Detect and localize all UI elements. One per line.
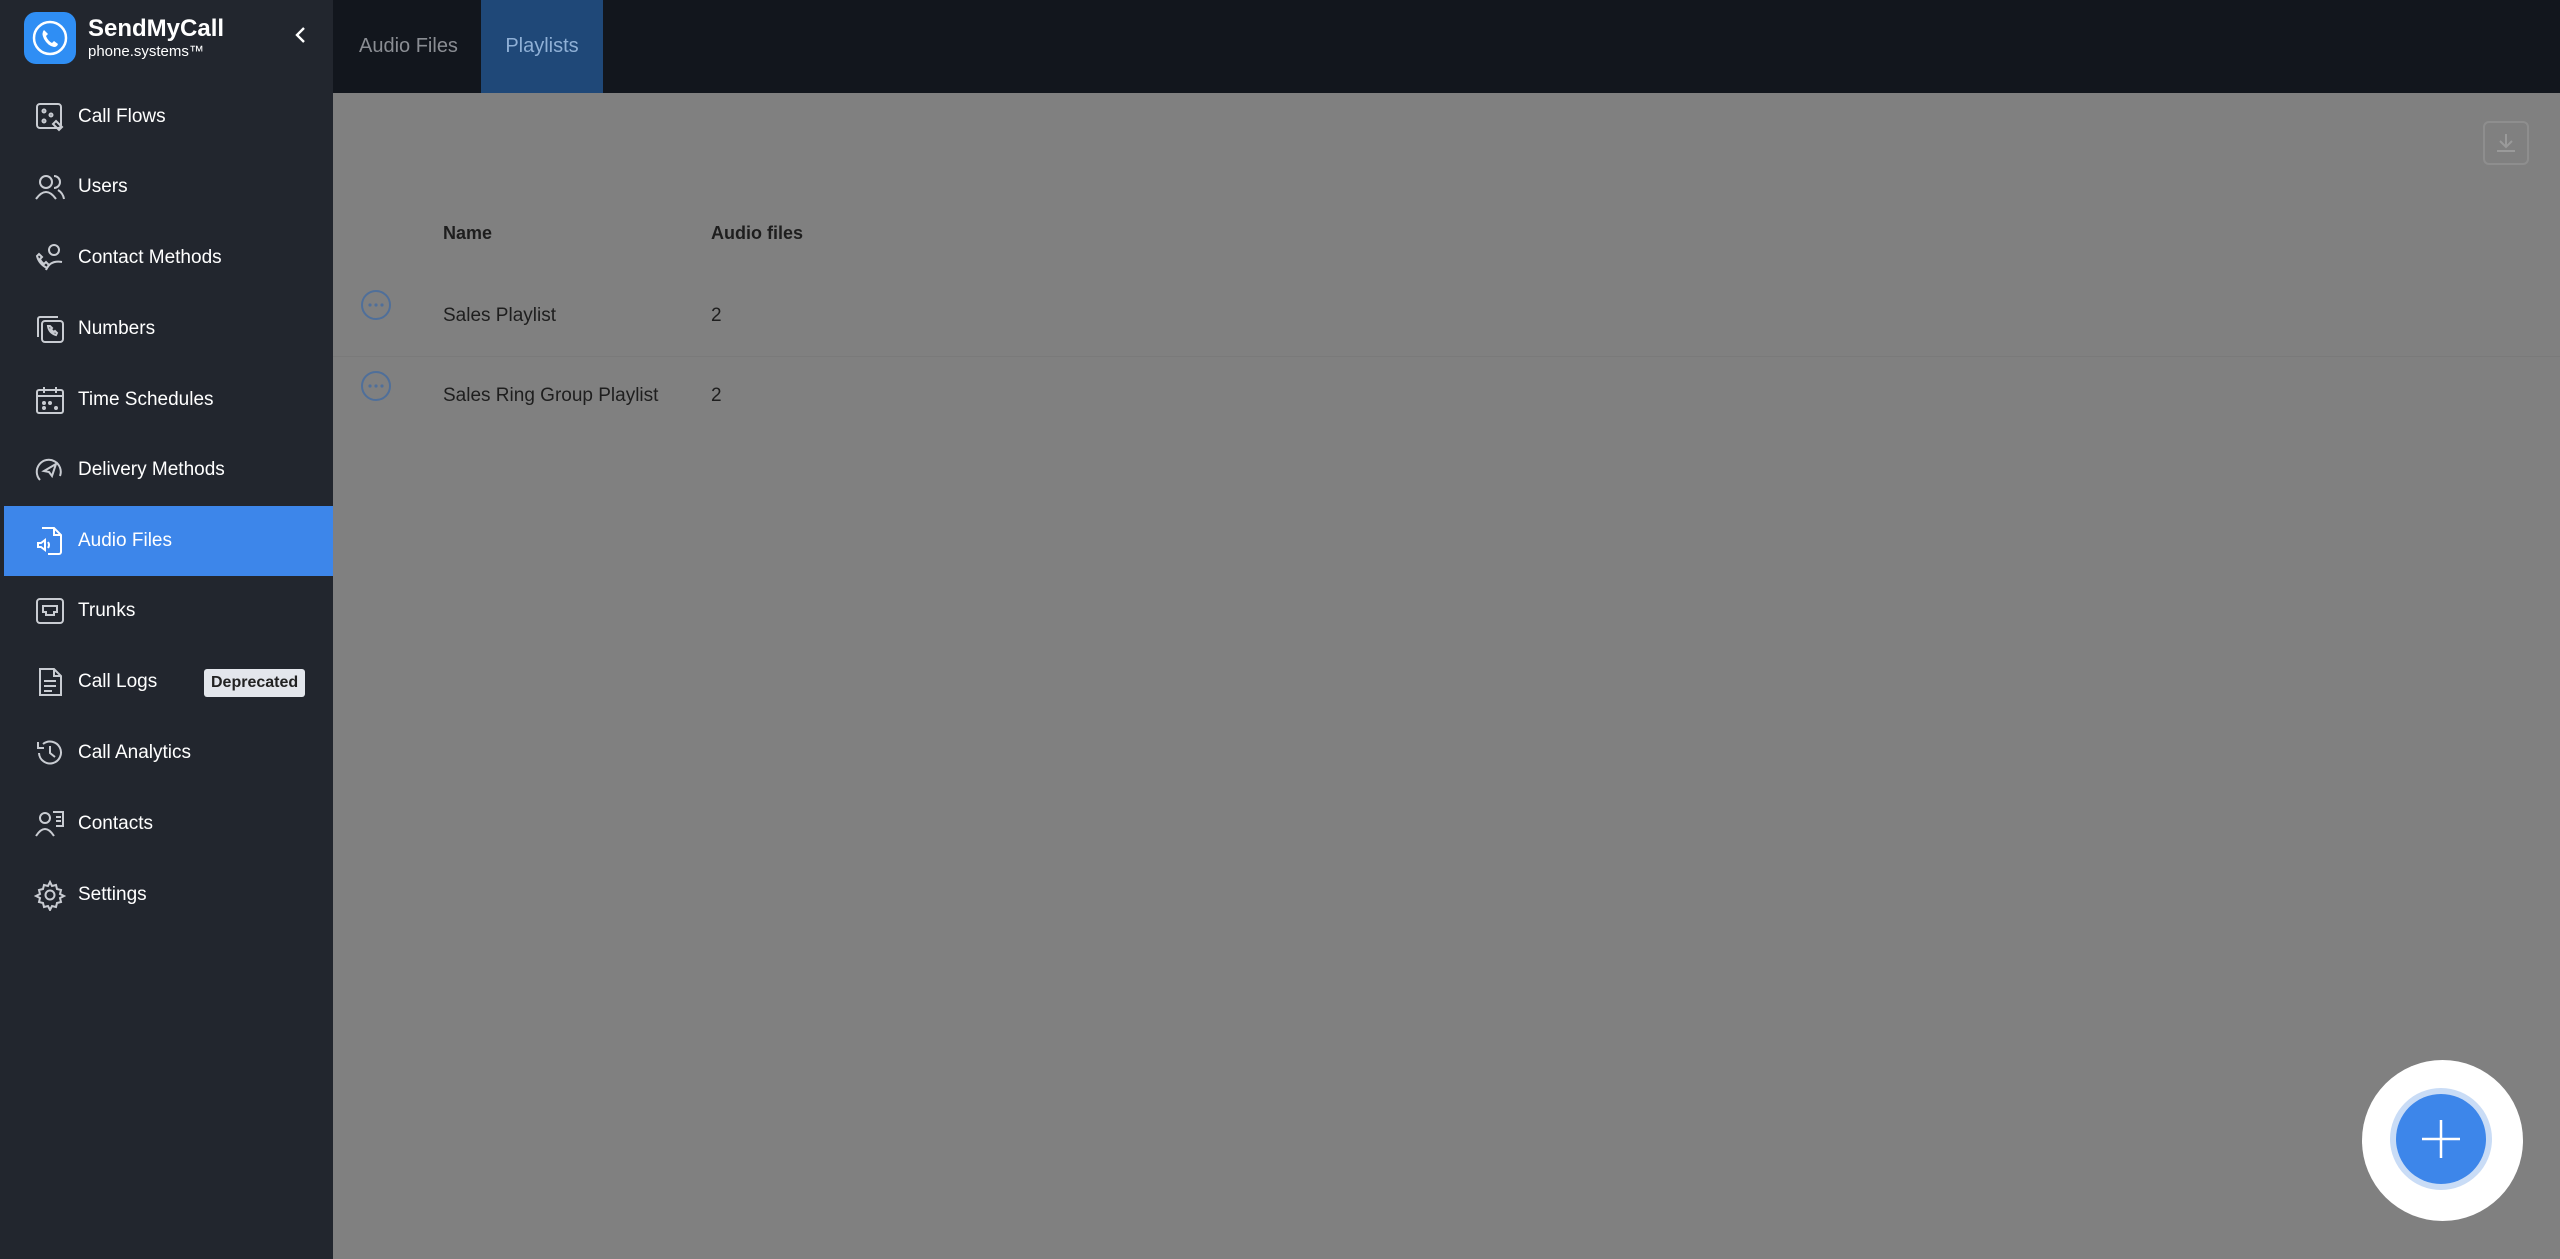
sidebar-item-contacts[interactable]: Contacts <box>4 789 333 859</box>
audio-file-icon <box>32 523 68 559</box>
send-icon <box>32 452 68 488</box>
sidebar-item-users[interactable]: Users <box>4 152 333 222</box>
sidebar-item-call-analytics[interactable]: Call Analytics <box>4 718 333 788</box>
contact-methods-icon <box>32 240 68 276</box>
column-header-name[interactable]: Name <box>443 223 492 244</box>
sidebar-item-label: Call Flows <box>78 106 166 127</box>
calendar-icon <box>32 382 68 418</box>
sidebar-item-label: Call Logs <box>78 671 158 692</box>
plus-icon <box>2422 1120 2460 1158</box>
sidebar-item-label: Call Analytics <box>78 742 191 763</box>
numbers-icon <box>32 311 68 347</box>
trunk-icon <box>32 593 68 629</box>
top-tab-bar: Audio Files Playlists <box>333 0 2560 93</box>
download-button[interactable] <box>2483 121 2529 165</box>
add-playlist-button[interactable] <box>2396 1094 2486 1184</box>
brand-subtitle: phone.systems™ <box>88 43 204 60</box>
contacts-icon <box>32 806 68 842</box>
document-icon <box>32 664 68 700</box>
sidebar-item-numbers[interactable]: Numbers <box>4 294 333 364</box>
call-flows-icon <box>32 99 68 135</box>
sidebar-item-settings[interactable]: Settings <box>4 860 333 930</box>
more-options-icon[interactable] <box>360 289 392 321</box>
users-icon <box>32 169 68 205</box>
history-icon <box>32 735 68 771</box>
table-row[interactable]: Sales Playlist 2 <box>333 276 2560 357</box>
deprecated-badge: Deprecated <box>204 669 306 697</box>
tab-audio-files[interactable]: Audio Files <box>359 0 458 93</box>
tab-playlists[interactable]: Playlists <box>481 0 603 93</box>
audio-files-count: 2 <box>711 385 722 406</box>
sidebar-item-label: Trunks <box>78 600 136 621</box>
playlist-name: Sales Ring Group Playlist <box>443 385 659 406</box>
phone-logo-icon <box>24 12 76 64</box>
brand[interactable]: SendMyCall phone.systems™ <box>24 10 224 66</box>
audio-files-count: 2 <box>711 305 722 326</box>
sidebar-item-label: Numbers <box>78 318 156 339</box>
collapse-sidebar-button[interactable] <box>286 20 316 50</box>
sidebar-item-call-flows[interactable]: Call Flows <box>4 82 333 152</box>
chevron-left-icon <box>295 27 305 43</box>
sidebar-item-contact-methods[interactable]: Contact Methods <box>4 223 333 293</box>
sidebar-item-label: Users <box>78 176 128 197</box>
sidebar-item-label: Delivery Methods <box>78 459 225 480</box>
table-row[interactable]: Sales Ring Group Playlist 2 <box>333 356 2560 436</box>
sidebar: SendMyCall phone.systems™ Call Flows Use… <box>0 0 333 1259</box>
sidebar-item-label: Audio Files <box>78 530 172 551</box>
sidebar-item-label: Contact Methods <box>78 247 222 268</box>
playlist-name: Sales Playlist <box>443 305 556 326</box>
gear-icon <box>32 877 68 913</box>
sidebar-item-label: Time Schedules <box>78 389 214 410</box>
sidebar-item-time-schedules[interactable]: Time Schedules <box>4 365 333 435</box>
download-icon <box>2497 134 2515 152</box>
sidebar-item-delivery-methods[interactable]: Delivery Methods <box>4 435 333 505</box>
column-header-audio-files[interactable]: Audio files <box>711 223 803 244</box>
more-options-icon[interactable] <box>360 370 392 402</box>
brand-name: SendMyCall <box>88 15 225 42</box>
sidebar-item-audio-files[interactable]: Audio Files <box>4 506 333 576</box>
sidebar-item-label: Contacts <box>78 813 153 834</box>
sidebar-item-call-logs[interactable]: Call Logs Deprecated <box>4 647 333 717</box>
main-content: Name Audio files Sales Playlist 2 Sales … <box>333 93 2560 1259</box>
sidebar-item-trunks[interactable]: Trunks <box>4 576 333 646</box>
sidebar-item-label: Settings <box>78 884 147 905</box>
